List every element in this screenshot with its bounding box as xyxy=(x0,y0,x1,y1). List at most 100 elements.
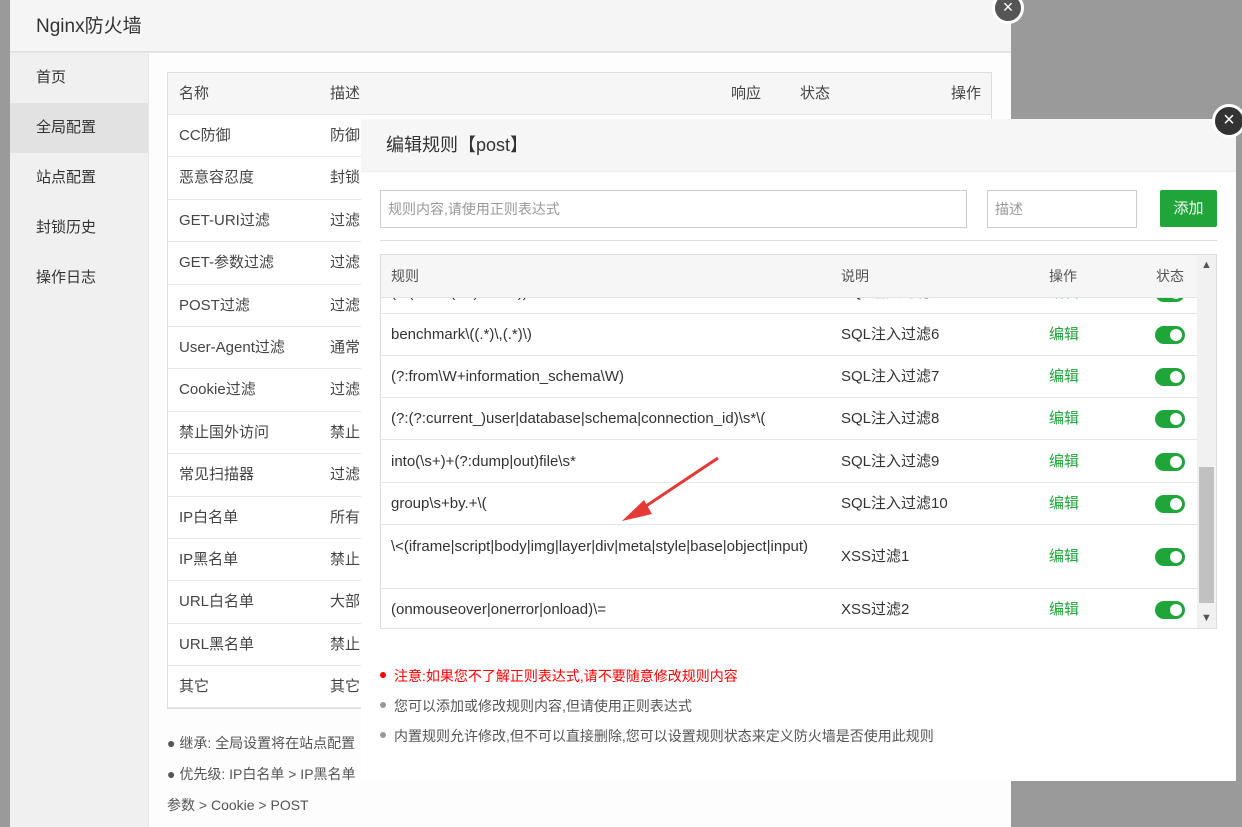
header-explain: 说明 xyxy=(841,268,869,284)
status-toggle[interactable] xyxy=(1155,452,1185,471)
row-desc: 禁止 xyxy=(330,550,361,568)
tip-builtin: 内置规则允许修改,但不可以直接删除,您可以设置规则状态来定义防火墙是否使用此规则 xyxy=(380,726,934,746)
sidebar-item-block-history[interactable]: 封锁历史 xyxy=(10,203,148,253)
row-name: 恶意容忍度 xyxy=(179,169,255,187)
row-desc: 所有 xyxy=(330,508,361,526)
row-desc: 其它 xyxy=(330,678,361,696)
edit-rule-dialog: 编辑规则【post】 规则内容,请使用正则表达式 描述 添加 规则 说明 操作 … xyxy=(361,119,1236,781)
status-toggle[interactable] xyxy=(1155,326,1185,344)
divider xyxy=(380,240,1217,241)
scroll-up-icon[interactable]: ▲ xyxy=(1197,255,1216,275)
row-name: URL白名单 xyxy=(179,593,255,611)
sidebar-item-home[interactable]: 首页 xyxy=(10,53,148,103)
rule-explain: SQL注入过滤9 xyxy=(841,453,940,470)
row-name: 禁止国外访问 xyxy=(179,423,270,441)
row-name: GET-URI过滤 xyxy=(179,211,270,229)
status-toggle[interactable] xyxy=(1155,298,1185,302)
rule-text: (?:(union(.*?)select)) xyxy=(391,298,831,303)
rule-text: into(\s+)+(?:dump|out)file\s* xyxy=(391,452,576,470)
rule-row: (onmouseover|onerror|onload)\= XSS过滤2 编辑 xyxy=(381,589,1197,628)
rule-row: group\s+by.+\( SQL注入过滤10 编辑 xyxy=(381,483,1197,525)
header-op: 操作 xyxy=(951,85,982,102)
rules-table-body[interactable]: (?:(union(.*?)select)) SQL注入过滤5 编辑 benchmar… xyxy=(381,298,1197,628)
rule-explain: SQL注入过滤6 xyxy=(841,326,940,343)
window-title: Nginx防火墙 xyxy=(10,0,1011,52)
scroll-down-icon[interactable]: ▼ xyxy=(1197,608,1216,628)
row-desc: 禁止 xyxy=(330,635,361,653)
row-desc: 过滤 xyxy=(330,254,361,272)
rule-text: \<(iframe|script|body|img|layer|div|meta… xyxy=(391,538,809,555)
sidebar-item-operation-log[interactable]: 操作日志 xyxy=(10,253,148,303)
rule-text: (onmouseover|onerror|onload)\= xyxy=(391,601,606,618)
rule-explain: SQL注入过滤10 xyxy=(841,495,948,512)
row-name: IP黑名单 xyxy=(179,550,239,568)
sidebar-item-site-config[interactable]: 站点配置 xyxy=(10,153,148,203)
edit-link[interactable]: 编辑 xyxy=(1049,356,1079,398)
rule-explain: SQL注入过滤5 xyxy=(841,298,939,314)
rule-row: (?:from\W+information_schema\W) SQL注入过滤7 编… xyxy=(381,356,1197,398)
rule-row: (?:(union(.*?)select)) SQL注入过滤5 编辑 xyxy=(381,298,1197,314)
note-priority-cont: 参数 > Cookie > POST xyxy=(167,797,309,813)
add-button[interactable]: 添加 xyxy=(1160,190,1217,227)
rule-explain: SQL注入过滤8 xyxy=(841,410,940,427)
scroll-thumb[interactable] xyxy=(1199,467,1214,603)
rules-list: (?:(union(.*?)select)) SQL注入过滤5 编辑 benchmar… xyxy=(381,298,1197,628)
row-desc: 禁止 xyxy=(330,423,361,441)
rule-text: benchmark\((.*)\,(.*)\) xyxy=(391,326,532,343)
status-toggle[interactable] xyxy=(1155,410,1185,428)
row-name: Cookie过滤 xyxy=(179,381,256,399)
status-toggle[interactable] xyxy=(1155,601,1185,619)
note-priority: ● 优先级: IP白名单 > IP黑名单 xyxy=(167,766,356,782)
row-name: CC防御 xyxy=(179,127,231,144)
table-header: 名称 描述 响应 状态 操作 xyxy=(168,73,991,115)
rule-text: (?:(?:current_)user|database|schema|conn… xyxy=(391,410,766,427)
row-desc: 大部 xyxy=(330,593,361,611)
rule-explain: XSS过滤2 xyxy=(841,601,910,618)
scrollbar[interactable]: ▲ ▼ xyxy=(1197,255,1216,628)
header-state: 状态 xyxy=(1156,268,1184,284)
row-name: POST过滤 xyxy=(179,296,250,314)
status-toggle[interactable] xyxy=(1155,368,1185,386)
row-desc: 通常 xyxy=(330,338,361,356)
bullet-icon xyxy=(380,702,386,709)
header-resp: 响应 xyxy=(731,85,762,102)
edit-link[interactable]: 编辑 xyxy=(1049,314,1079,356)
rule-row: (?:(?:current_)user|database|schema|conn… xyxy=(381,398,1197,440)
row-desc: 过滤 xyxy=(330,296,361,314)
rule-row: into(\s+)+(?:dump|out)file\s* SQL注入过滤9 编辑 xyxy=(381,440,1197,483)
edit-link[interactable]: 编辑 xyxy=(1049,440,1079,483)
row-name: 其它 xyxy=(179,678,210,696)
tip-warning: 注意:如果您不了解正则表达式,请不要随意修改规则内容 xyxy=(380,666,738,686)
rule-row: \<(iframe|script|body|img|layer|div|meta… xyxy=(381,525,1197,589)
close-icon[interactable]: × xyxy=(1212,104,1242,138)
row-name: GET-参数过滤 xyxy=(179,254,275,272)
rule-input[interactable]: 规则内容,请使用正则表达式 xyxy=(380,190,967,228)
rule-explain: XSS过滤1 xyxy=(841,548,910,565)
rule-explain: SQL注入过滤7 xyxy=(841,368,940,385)
dialog-title: 编辑规则【post】 xyxy=(361,119,1236,172)
sidebar: 首页 全局配置 站点配置 封锁历史 操作日志 xyxy=(10,53,148,827)
rule-text: group\s+by.+\( xyxy=(391,495,487,512)
desc-input[interactable]: 描述 xyxy=(987,190,1137,228)
header-op: 操作 xyxy=(1049,268,1077,284)
row-desc: 过滤 xyxy=(330,211,361,229)
header-name: 名称 xyxy=(179,85,210,102)
row-desc: 封锁 xyxy=(330,169,361,187)
edit-link[interactable]: 编辑 xyxy=(1049,398,1079,440)
edit-link[interactable]: 编辑 xyxy=(1049,525,1079,589)
row-name: User-Agent过滤 xyxy=(179,338,285,356)
sidebar-item-global-config[interactable]: 全局配置 xyxy=(10,103,148,153)
row-name: 常见扫描器 xyxy=(179,466,255,484)
row-desc: 防御 xyxy=(330,127,361,144)
status-toggle[interactable] xyxy=(1155,548,1185,566)
note-inherit: ● 继承: 全局设置将在站点配置 xyxy=(167,735,356,751)
edit-link[interactable]: 编辑 xyxy=(1049,298,1079,314)
tip-info-text: 您可以添加或修改规则内容,但请使用正则表达式 xyxy=(394,698,692,714)
row-name: URL黑名单 xyxy=(179,635,255,653)
status-toggle[interactable] xyxy=(1155,495,1185,513)
edit-link[interactable]: 编辑 xyxy=(1049,589,1079,628)
tip-info: 您可以添加或修改规则内容,但请使用正则表达式 xyxy=(380,696,692,716)
edit-link[interactable]: 编辑 xyxy=(1049,483,1079,525)
bullet-icon xyxy=(380,672,386,679)
rules-table-header: 规则 说明 操作 状态 xyxy=(381,255,1197,298)
